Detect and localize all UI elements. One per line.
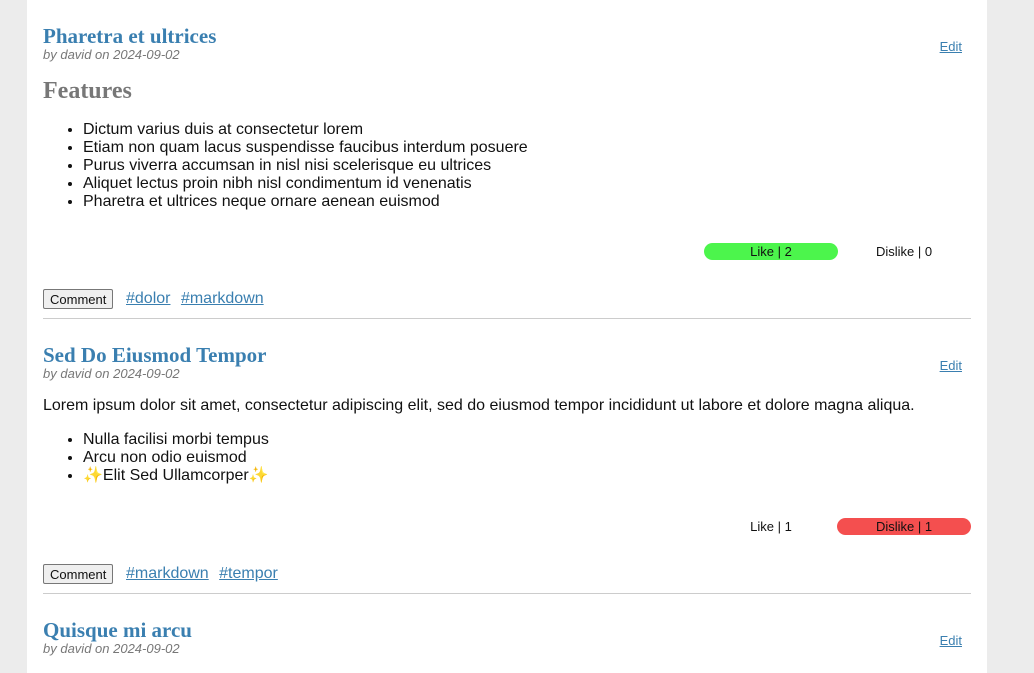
post-feed: Pharetra et ultrices by david on 2024-09…: [27, 0, 987, 673]
dislike-button[interactable]: Dislike | 1: [837, 518, 971, 535]
dislike-button[interactable]: Dislike | 0: [837, 243, 971, 260]
list-item: Aliquet lectus proin nibh nisl condiment…: [83, 175, 528, 193]
like-button[interactable]: Like | 1: [704, 518, 838, 535]
tag-link[interactable]: #tempor: [219, 565, 278, 582]
post-divider: [43, 318, 971, 319]
list-item: ✨Elit Sed Ullamcorper✨: [83, 467, 269, 485]
edit-link[interactable]: Edit: [940, 39, 962, 54]
feature-list: Dictum varius duis at consectetur lorem …: [43, 121, 528, 211]
list-item: Purus viverra accumsan in nisl nisi scel…: [83, 157, 528, 175]
list-item: Etiam non quam lacus suspendisse faucibu…: [83, 139, 528, 157]
post-meta: by david on 2024-09-02: [43, 641, 180, 656]
comment-button[interactable]: Comment: [43, 289, 114, 309]
like-button[interactable]: Like | 2: [704, 243, 838, 260]
post-meta: by david on 2024-09-02: [43, 366, 180, 381]
tag-link[interactable]: #markdown: [126, 565, 209, 582]
post-meta: by david on 2024-09-02: [43, 47, 180, 62]
list-item: Dictum varius duis at consectetur lorem: [83, 121, 528, 139]
list-item: Arcu non odio euismod: [83, 449, 269, 467]
tag-link[interactable]: #dolor: [126, 290, 170, 307]
edit-link[interactable]: Edit: [940, 358, 962, 373]
post-title-link[interactable]: Sed Do Eiusmod Tempor: [43, 343, 266, 368]
tag-link[interactable]: #markdown: [181, 290, 264, 307]
tag-list: #markdown #tempor: [126, 565, 284, 583]
list-item: Pharetra et ultrices neque ornare aenean…: [83, 193, 528, 211]
section-heading: Features: [43, 78, 132, 104]
tag-list: #dolor #markdown: [126, 290, 270, 308]
post-title-link[interactable]: Pharetra et ultrices: [43, 24, 216, 49]
item-list: Nulla facilisi morbi tempus Arcu non odi…: [43, 431, 269, 485]
post-paragraph: Lorem ipsum dolor sit amet, consectetur …: [43, 397, 915, 414]
comment-button[interactable]: Comment: [43, 564, 114, 584]
list-item: Nulla facilisi morbi tempus: [83, 431, 269, 449]
post-divider: [43, 593, 971, 594]
edit-link[interactable]: Edit: [940, 633, 962, 648]
post-title-link[interactable]: Quisque mi arcu: [43, 618, 192, 643]
